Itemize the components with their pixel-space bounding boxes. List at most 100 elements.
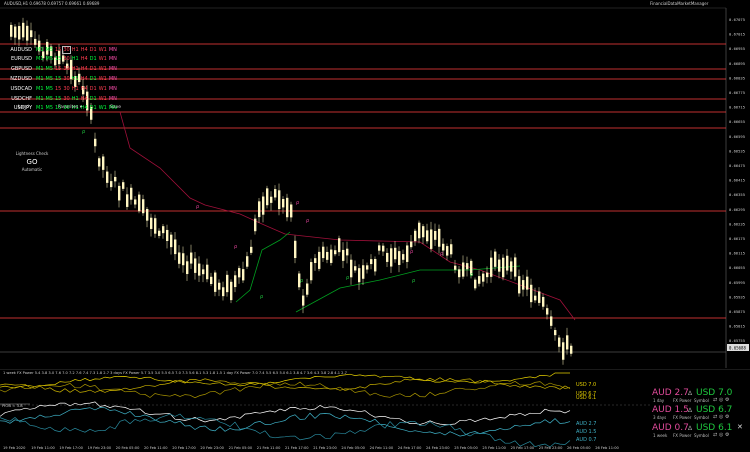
candle-body <box>122 182 125 189</box>
price-axis-label: 0.65875 <box>729 309 745 314</box>
timeframe-h4[interactable]: H4 <box>81 86 88 92</box>
timeframe-h1[interactable]: H1 <box>72 76 79 82</box>
timeframe-d1[interactable]: D1 <box>90 76 97 82</box>
swap-icon[interactable]: ⇄ <box>713 432 717 438</box>
timeframe-m5[interactable]: M5 <box>46 66 54 72</box>
timeframe-h1[interactable]: H1 <box>72 47 79 53</box>
swap-icon[interactable]: ⇄ <box>713 397 717 403</box>
current-price-label: 0.65688 <box>729 346 746 351</box>
load-button[interactable]: Load <box>18 105 29 110</box>
swap-icon[interactable]: ⇄ <box>713 414 717 420</box>
save-button[interactable]: Save <box>110 105 121 110</box>
price-axis-label: 0.65995 <box>729 280 745 285</box>
timeframe-m1[interactable]: M1 <box>36 105 44 111</box>
timeframe-m5[interactable]: M5 <box>46 86 54 92</box>
pair-row-eurusd[interactable]: EURUSD M1 M5 15 30 H1 H4 D1 W1 MN <box>2 55 119 64</box>
close-icon[interactable]: ✕ <box>737 423 743 431</box>
timeframe-mn[interactable]: MN <box>109 66 117 72</box>
timeframe-15[interactable]: 15 <box>55 47 61 53</box>
timeframe-d1[interactable]: D1 <box>90 96 97 102</box>
pair-row-nzdusd[interactable]: NZDUSD M1 M5 15 30 H1 H4 D1 W1 MN <box>2 74 119 83</box>
pair-row-usdchf[interactable]: USDCHF M1 M5 15 30 H1 H4 D1 W1 MN <box>2 94 119 103</box>
gear-icon[interactable]: ⚙ <box>725 432 729 438</box>
symbol-label: Symbol <box>694 415 709 420</box>
target-icon[interactable]: ◎ <box>719 414 723 420</box>
candle-body <box>374 258 377 272</box>
timeframe-h4[interactable]: H4 <box>81 47 88 53</box>
timeframe-mn[interactable]: MN <box>109 86 117 92</box>
timeframe-30[interactable]: 30 <box>63 86 69 92</box>
fx-power-indicator[interactable]: USD 7.0USD 6.7USD 6.1AUD 2.7AUD 1.5AUD 0… <box>0 369 750 449</box>
timeframe-m5[interactable]: M5 <box>46 47 54 53</box>
candle-body <box>110 181 113 188</box>
timeframe-m5[interactable]: M5 <box>46 105 54 111</box>
candle-body <box>134 199 137 205</box>
timeframe-w1[interactable]: W1 <box>99 86 107 92</box>
timeframe-w1[interactable]: W1 <box>99 66 107 72</box>
timeframe-mn[interactable]: MN <box>109 96 117 102</box>
candle-body <box>546 308 549 315</box>
strength-axis-label: USD 7.0 <box>576 382 596 388</box>
pair-row-audusd[interactable]: AUDUSD M1 M5 15 30 H1 H4 D1 W1 MN <box>2 45 119 54</box>
timeframe-m5[interactable]: M5 <box>46 56 54 62</box>
candle-body <box>398 251 401 265</box>
pair-row-gbpusd[interactable]: GBPUSD M1 M5 15 30 H1 H4 D1 W1 MN <box>2 65 119 74</box>
timeframe-d1[interactable]: D1 <box>90 47 97 53</box>
gear-icon[interactable]: ⚙ <box>725 397 729 403</box>
timeframe-h1[interactable]: H1 <box>72 56 79 62</box>
gear-icon[interactable]: ⚙ <box>725 414 729 420</box>
timeframe-w1[interactable]: W1 <box>99 47 107 53</box>
timeframe-15[interactable]: 15 <box>55 66 61 72</box>
timeframe-h1[interactable]: H1 <box>72 86 79 92</box>
timeframe-w1[interactable]: W1 <box>99 105 107 111</box>
timeframe-d1[interactable]: D1 <box>90 56 97 62</box>
indicator-bg <box>0 369 750 449</box>
candle-body <box>322 246 325 259</box>
timeframe-d1[interactable]: D1 <box>90 105 97 111</box>
timeframe-30[interactable]: 30 <box>63 76 69 82</box>
candle-body <box>478 276 481 284</box>
timeframe-w1[interactable]: W1 <box>99 76 107 82</box>
timeframe-h1[interactable]: H1 <box>72 96 79 102</box>
signal-marker: ρ <box>196 204 199 210</box>
pair-row-usdcad[interactable]: USDCAD M1 M5 15 30 H1 H4 D1 W1 MN <box>2 84 119 93</box>
go-button[interactable]: GO <box>12 158 52 166</box>
candle-body <box>10 24 13 37</box>
candle-body <box>98 158 101 167</box>
timeframe-m1[interactable]: M1 <box>36 56 44 62</box>
timeframe-m1[interactable]: M1 <box>36 76 44 82</box>
timeframe-w1[interactable]: W1 <box>99 56 107 62</box>
timeframe-m1[interactable]: M1 <box>36 66 44 72</box>
timeframe-m1[interactable]: M1 <box>36 47 44 53</box>
timeframe-h4[interactable]: H4 <box>81 66 88 72</box>
price-axis-label: 0.67015 <box>729 32 745 37</box>
timeframe-d1[interactable]: D1 <box>90 66 97 72</box>
timeframe-15[interactable]: 15 <box>55 86 61 92</box>
timeframe-m5[interactable]: M5 <box>46 76 54 82</box>
timeframe-30[interactable]: 30 <box>63 56 69 62</box>
timeframe-15[interactable]: 15 <box>55 76 61 82</box>
timeframe-30[interactable]: 30 <box>62 45 71 54</box>
timeframe-m1[interactable]: M1 <box>36 86 44 92</box>
timeframe-h4[interactable]: H4 <box>81 76 88 82</box>
timeframe-30[interactable]: 30 <box>63 66 69 72</box>
timeframe-d1[interactable]: D1 <box>90 86 97 92</box>
timeframe-h4[interactable]: H4 <box>81 56 88 62</box>
target-icon[interactable]: ◎ <box>719 397 723 403</box>
timeframe-h1[interactable]: H1 <box>72 66 79 72</box>
timeframe-m1[interactable]: M1 <box>36 96 44 102</box>
timeframe-mn[interactable]: MN <box>109 47 117 53</box>
target-icon[interactable]: ◎ <box>719 432 723 438</box>
timeframe-mn[interactable]: MN <box>109 76 117 82</box>
favorites-button[interactable]: Favorites ▾ <box>58 105 82 110</box>
timeframe-w1[interactable]: W1 <box>99 96 107 102</box>
timeframe-30[interactable]: 30 <box>63 96 69 102</box>
timeframe-15[interactable]: 15 <box>55 56 61 62</box>
candle-body <box>422 226 425 238</box>
timeframe-15[interactable]: 15 <box>55 96 61 102</box>
candle-body <box>142 199 145 214</box>
timeframe-m5[interactable]: M5 <box>46 96 54 102</box>
timeframe-h4[interactable]: H4 <box>81 96 88 102</box>
time-axis-label: 20 Feb 05:00 <box>115 446 140 450</box>
timeframe-mn[interactable]: MN <box>109 56 117 62</box>
